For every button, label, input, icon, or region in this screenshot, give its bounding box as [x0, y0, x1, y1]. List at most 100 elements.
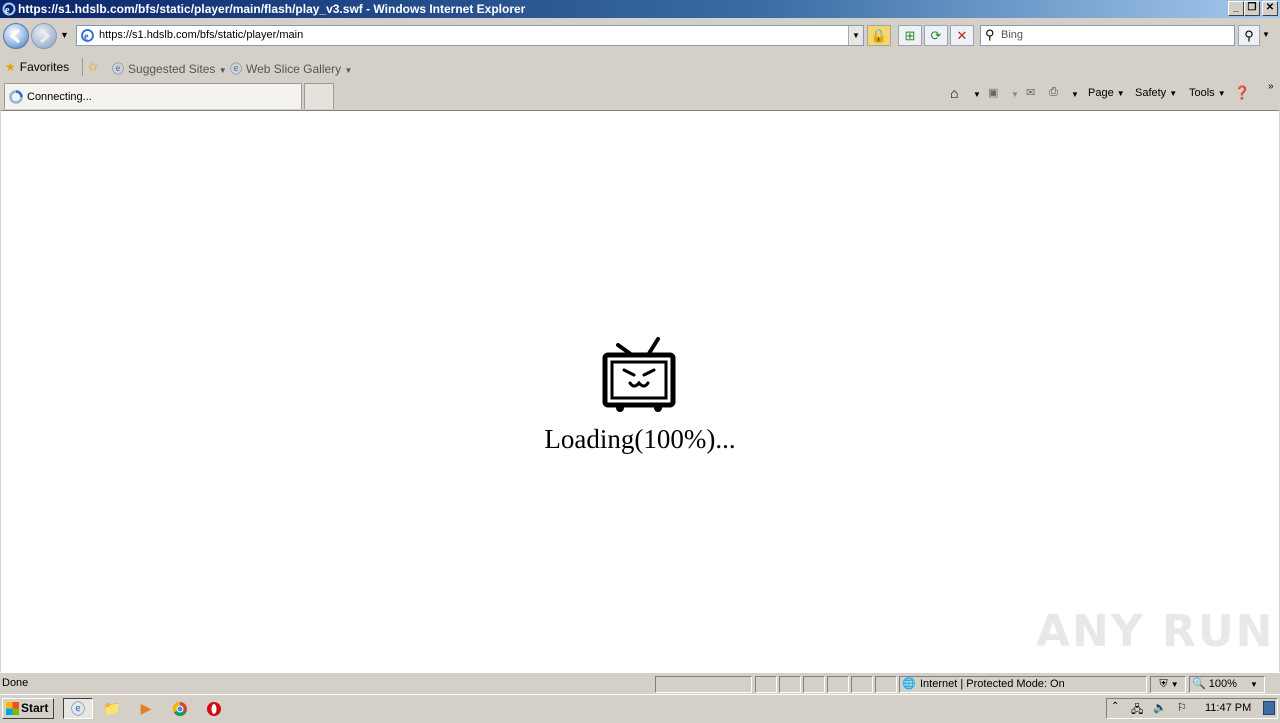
chevron-down-icon: ▼ [1169, 89, 1178, 98]
ie-page-icon: ⓔ [112, 62, 125, 76]
forward-arrow-icon [40, 28, 51, 44]
refresh-icon[interactable]: ⟳ [924, 25, 948, 46]
window-title: https://s1.hdslb.com/bfs/static/player/m… [18, 2, 526, 16]
system-tray: ⌃ 🖧 🔈 ⚐ 11:47 PM [1106, 698, 1278, 719]
status-pane [827, 676, 849, 693]
chevron-down-icon: ▼ [218, 66, 227, 75]
minimize-button[interactable]: _ [1228, 1, 1244, 16]
progress-pane [655, 676, 752, 693]
stop-icon[interactable]: ✕ [950, 25, 974, 46]
start-button[interactable]: Start [2, 698, 54, 719]
security-zone[interactable]: 🌐 Internet | Protected Mode: On [899, 676, 1147, 693]
taskbar-media-player-icon[interactable]: ▶ [131, 698, 161, 719]
taskbar-chrome-icon[interactable] [165, 698, 195, 719]
tray-expand-icon[interactable]: ⌃ [1111, 701, 1119, 712]
help-icon[interactable]: ❓ [1234, 85, 1250, 101]
home-icon[interactable]: ⌂ [950, 85, 958, 101]
action-center-flag-icon[interactable]: ⚐ [1177, 701, 1187, 714]
status-pane [755, 676, 777, 693]
tools-menu-label: Tools [1189, 87, 1215, 99]
address-toolbar: ▼ e https://s1.hdslb.com/bfs/static/play… [0, 18, 1280, 54]
search-options-dropdown-icon[interactable]: ▼ [1262, 30, 1270, 39]
chevron-down-icon: ▼ [1217, 89, 1226, 98]
address-url: https://s1.hdslb.com/bfs/static/player/m… [99, 29, 304, 41]
clock[interactable]: 11:47 PM [1205, 702, 1251, 714]
shield-icon: ⛨ [1159, 678, 1168, 690]
suggested-sites-link[interactable]: ⓔ Suggested Sites ▼ [112, 60, 227, 77]
chevron-down-icon: ▼ [1116, 89, 1125, 98]
taskbar: Start ⓔ 📁 ▶ ⌃ 🖧 🔈 ⚐ 11:47 PM [0, 694, 1280, 720]
svg-text:e: e [5, 5, 10, 16]
favorites-label: Favorites [19, 60, 70, 74]
favorites-button[interactable]: ★ Favorites [5, 60, 69, 74]
print-icon[interactable]: ⎙ [1049, 86, 1058, 99]
search-input[interactable]: ⚲ Bing [980, 25, 1235, 46]
chevron-more-icon[interactable]: » [1268, 81, 1274, 92]
status-pane [875, 676, 897, 693]
read-mail-icon[interactable]: ✉ [1026, 86, 1035, 99]
protected-mode-button[interactable]: ⛨ ▼ [1150, 676, 1186, 693]
zoom-label: 100% [1208, 678, 1237, 690]
security-zone-label: Internet | Protected Mode: On [920, 678, 1065, 690]
back-arrow-icon [9, 28, 20, 44]
status-bar: Done 🌐 Internet | Protected Mode: On ⛨ ▼… [0, 672, 1280, 694]
add-favorite-icon: ✩ [88, 60, 99, 74]
loading-spinner-icon [9, 90, 23, 104]
chrome-logo-icon [173, 702, 187, 716]
opera-logo-icon [207, 702, 221, 716]
tab-and-command-bar: Connecting... ⌂ ▼ ▣ ▼ ✉ ⎙ ▼ Page ▼ Safet… [0, 80, 1280, 110]
feeds-icon[interactable]: ▣ [988, 86, 998, 99]
restore-button[interactable]: ❐ [1244, 1, 1260, 16]
recent-pages-dropdown-icon[interactable]: ▼ [60, 30, 69, 40]
svg-text:e: e [84, 32, 89, 43]
star-icon: ★ [5, 60, 16, 74]
add-to-favorites-bar-button[interactable]: ✩ [88, 60, 102, 74]
taskbar-explorer-icon[interactable]: 📁 [97, 698, 127, 719]
network-icon[interactable]: 🖧 [1131, 701, 1143, 720]
close-button[interactable]: ✕ [1262, 1, 1278, 16]
divider [82, 58, 83, 76]
ie-page-icon: ⓔ [230, 62, 243, 76]
start-label: Start [21, 701, 49, 715]
favorites-bar: ★ Favorites ✩ ⓔ Suggested Sites ▼ ⓔ Web Sli… [0, 54, 1280, 80]
tab-label: Connecting... [27, 91, 92, 103]
feeds-dropdown-icon[interactable]: ▼ [1011, 90, 1019, 99]
status-pane [851, 676, 873, 693]
print-dropdown-icon[interactable]: ▼ [1071, 90, 1079, 99]
windows-logo-icon [6, 702, 19, 715]
security-lock-icon[interactable]: 🔒 [867, 25, 891, 46]
taskbar-opera-icon[interactable] [199, 698, 229, 719]
tab-connecting[interactable]: Connecting... [4, 83, 302, 109]
new-tab-button[interactable] [304, 83, 334, 109]
title-bar: e https://s1.hdslb.com/bfs/static/player… [0, 0, 1280, 18]
taskbar-ie-icon[interactable]: ⓔ [63, 698, 93, 719]
loading-text: Loading(100%)... [544, 424, 736, 454]
ie-logo-icon: e [2, 2, 16, 16]
safety-menu[interactable]: Safety ▼ [1135, 87, 1177, 99]
web-slice-gallery-link[interactable]: ⓔ Web Slice Gallery ▼ [230, 60, 352, 77]
compatibility-view-icon[interactable]: ⊞ [898, 25, 922, 46]
search-button[interactable]: ⚲ [1238, 25, 1260, 46]
zoom-button[interactable]: 🔍 100% ▼ [1189, 676, 1265, 693]
home-dropdown-icon[interactable]: ▼ [973, 90, 981, 99]
bilibili-tv-icon [602, 337, 676, 412]
volume-icon[interactable]: 🔈 [1153, 701, 1167, 714]
show-desktop-button[interactable] [1263, 701, 1275, 715]
suggested-sites-label: Suggested Sites [128, 62, 216, 76]
status-text: Done [2, 677, 29, 689]
chevron-down-icon: ▼ [344, 66, 353, 75]
status-pane [803, 676, 825, 693]
address-field[interactable]: e https://s1.hdslb.com/bfs/static/player… [76, 25, 864, 46]
search-placeholder: Bing [1001, 29, 1024, 41]
back-button[interactable] [3, 23, 29, 49]
tools-menu[interactable]: Tools ▼ [1189, 87, 1226, 99]
forward-button[interactable] [31, 23, 57, 49]
address-dropdown-icon[interactable]: ▼ [848, 26, 863, 45]
zoom-icon: 🔍 [1192, 678, 1206, 690]
status-pane [779, 676, 801, 693]
globe-icon: 🌐 [902, 678, 916, 690]
page-menu[interactable]: Page ▼ [1088, 87, 1125, 99]
anyrun-watermark: ANY RUN [1036, 606, 1275, 657]
chevron-down-icon: ▼ [1170, 680, 1179, 689]
web-slice-gallery-label: Web Slice Gallery [246, 62, 342, 76]
